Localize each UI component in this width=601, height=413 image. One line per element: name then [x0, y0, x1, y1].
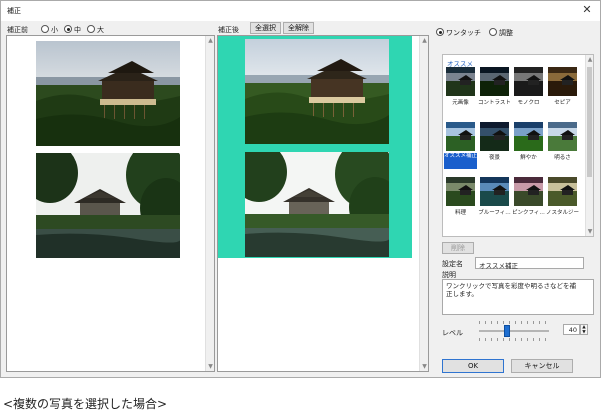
adjust-radio[interactable]: 調整 [489, 28, 513, 38]
close-icon[interactable]: ✕ [580, 3, 594, 17]
preset-label-pink[interactable]: ピンクフィ… [512, 208, 545, 216]
scroll-down-icon[interactable]: ▼ [586, 227, 594, 236]
description-field[interactable]: ワンクリックで写真を彩度や明るさなどを補正します。 [442, 279, 594, 315]
preset-label-night[interactable]: 夜景 [478, 153, 511, 161]
level-value-field[interactable]: 40 [563, 324, 580, 335]
before-photo-kiyomizu[interactable] [36, 41, 180, 146]
scroll-up-icon[interactable]: ▲ [420, 36, 428, 45]
title-bar: 補正 ✕ [1, 1, 600, 21]
spin-down-icon[interactable]: ▼ [581, 330, 587, 335]
preset-preview-icon [480, 67, 509, 96]
radio-icon [41, 25, 49, 33]
temple-photo-icon [245, 39, 389, 144]
cancel-button[interactable]: キャンセル [511, 359, 573, 373]
scrollbar-thumb[interactable] [587, 67, 592, 177]
preset-thumbnail-nostalgia[interactable] [548, 177, 577, 206]
pavilion-photo-icon [36, 153, 180, 258]
pavilion-photo-icon [245, 152, 389, 257]
window-title: 補正 [7, 7, 21, 15]
after-image-pane[interactable]: ▲ ▼ [217, 35, 429, 372]
before-label: 補正前 [7, 26, 28, 34]
correction-dialog: 補正 ✕ 補正前 小 中 大 補正後 全選択 全解除 ▲ ▼ ▲ ▼ ワンタッチ… [0, 0, 601, 378]
before-scrollbar[interactable]: ▲ ▼ [205, 36, 214, 371]
preset-preview-icon [514, 67, 543, 96]
preset-thumbnail-pink[interactable] [514, 177, 543, 206]
preset-preview-icon [548, 177, 577, 206]
preset-preview-icon [514, 177, 543, 206]
preset-thumbnail-food[interactable] [446, 177, 475, 206]
preset-thumbnail-contrast[interactable] [480, 67, 509, 96]
preset-preview-icon [446, 177, 475, 206]
preset-thumbnail-night[interactable] [480, 122, 509, 151]
size-large-radio[interactable]: 大 [87, 25, 104, 35]
radio-selected-icon [436, 28, 444, 36]
size-small-label: 小 [51, 26, 58, 34]
radio-icon [87, 25, 95, 33]
preset-thumbnail-original[interactable] [446, 67, 475, 96]
preset-thumbnail-recommended[interactable] [446, 122, 475, 151]
scroll-down-icon[interactable]: ▼ [420, 362, 428, 371]
size-medium-radio[interactable]: 中 [64, 25, 81, 35]
caption: <複数の写真を選択した場合> [3, 397, 168, 411]
scroll-up-icon[interactable]: ▲ [586, 55, 594, 64]
preset-label-original[interactable]: 元画像 [444, 98, 477, 106]
preset-thumbnail-vivid[interactable] [514, 122, 543, 151]
temple-photo-icon [36, 41, 180, 146]
level-spinner[interactable]: ▲ ▼ [580, 324, 588, 335]
level-slider-thumb[interactable] [504, 325, 510, 337]
preset-label-mono[interactable]: モノクロ [512, 98, 545, 106]
preset-label-nostalgia[interactable]: ノスタルジー [546, 208, 579, 216]
level-label: レベル [442, 329, 463, 337]
after-photo-kiyomizu[interactable] [245, 39, 389, 144]
select-all-button[interactable]: 全選択 [250, 22, 281, 34]
preset-preview-icon [446, 67, 475, 96]
preset-label-sepia[interactable]: セピア [546, 98, 579, 106]
preset-preview-icon [480, 177, 509, 206]
preset-thumbnail-blue[interactable] [480, 177, 509, 206]
size-small-radio[interactable]: 小 [41, 25, 58, 35]
preset-thumbnail-sepia[interactable] [548, 67, 577, 96]
preset-thumbnail-bright[interactable] [548, 122, 577, 151]
preset-label-recommended[interactable]: オススメ補正 [444, 153, 477, 169]
preset-preview-icon [446, 122, 475, 151]
preset-label-contrast[interactable]: コントラスト [478, 98, 511, 106]
one-touch-radio[interactable]: ワンタッチ [436, 28, 481, 38]
preset-preview-icon [548, 67, 577, 96]
preset-preview-icon [514, 122, 543, 151]
adjust-label: 調整 [499, 29, 513, 37]
preset-label-bright[interactable]: 明るさ [546, 153, 579, 161]
before-photo-ginkaku[interactable] [36, 153, 180, 258]
level-ticks-top [479, 321, 549, 324]
preset-scrollbar[interactable]: ▲ ▼ [585, 55, 593, 236]
ok-button[interactable]: OK [442, 359, 504, 373]
level-slider-track[interactable] [479, 330, 549, 332]
size-medium-label: 中 [74, 26, 81, 34]
preset-group: オススメ 元画像 コントラスト モノクロ セピア オススメ補正 夜景 鮮やか 明るさ 料理 ブルー… [442, 54, 594, 237]
radio-icon [489, 28, 497, 36]
after-photo-ginkaku[interactable] [245, 152, 389, 257]
before-image-pane[interactable]: ▲ ▼ [6, 35, 215, 372]
preset-label-vivid[interactable]: 鮮やか [512, 153, 545, 161]
level-ticks-bottom [479, 338, 549, 341]
one-touch-label: ワンタッチ [446, 29, 481, 37]
size-large-label: 大 [97, 26, 104, 34]
delete-button[interactable]: 削除 [442, 242, 474, 254]
after-scrollbar[interactable]: ▲ ▼ [419, 36, 428, 371]
setting-name-field[interactable]: オススメ補正 [475, 257, 584, 270]
setting-name-label: 設定名 [442, 260, 463, 268]
preset-label-blue[interactable]: ブルーフィ… [478, 208, 511, 216]
scroll-up-icon[interactable]: ▲ [206, 36, 214, 45]
preset-thumbnail-mono[interactable] [514, 67, 543, 96]
preset-label-food[interactable]: 料理 [444, 208, 477, 216]
radio-selected-icon [64, 25, 72, 33]
preset-preview-icon [480, 122, 509, 151]
after-label: 補正後 [218, 26, 239, 34]
scroll-down-icon[interactable]: ▼ [206, 362, 214, 371]
preset-preview-icon [548, 122, 577, 151]
deselect-all-button[interactable]: 全解除 [283, 22, 314, 34]
